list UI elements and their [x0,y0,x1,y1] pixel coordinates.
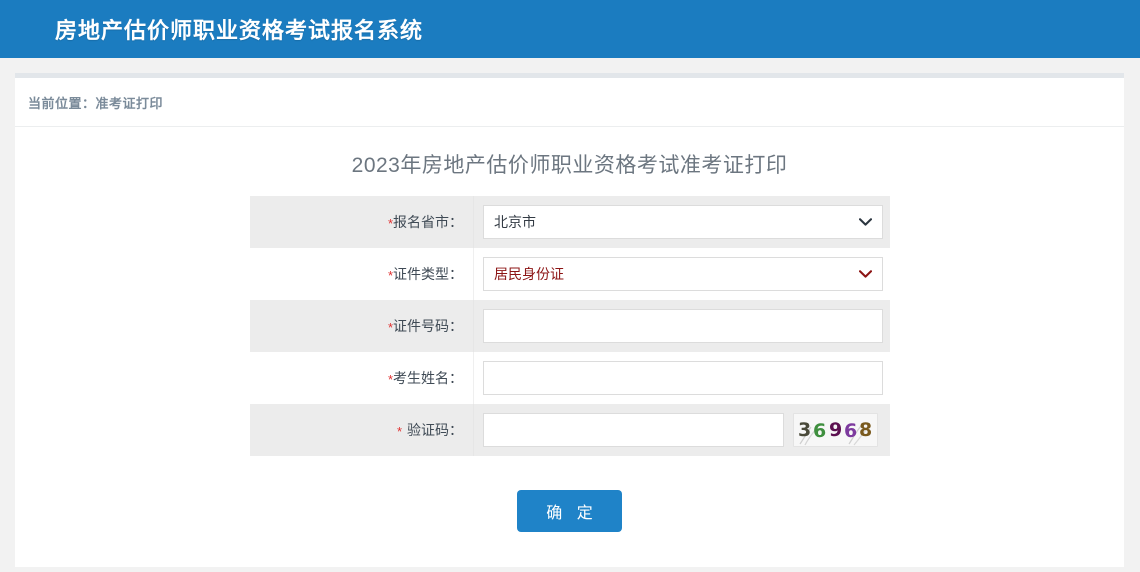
id-type-select[interactable]: 居民身份证 [483,257,883,291]
registration-form-table: *报名省市： 北京市 [250,196,890,456]
field-cell-candidate-name [474,352,890,404]
form-row-province: *报名省市： 北京市 [250,196,890,248]
page-title: 2023年房地产估价师职业资格考试准考证打印 [15,127,1124,179]
label-text-id-type: 证件类型： [393,266,463,282]
captcha-image[interactable]: 3 6 9 6 8 [793,413,878,447]
submit-button[interactable]: 确 定 [517,490,621,532]
breadcrumb: 当前位置：准考证打印 [28,93,163,112]
site-header: 房地产估价师职业资格考试报名系统 [0,0,1140,58]
id-number-input[interactable] [483,309,883,343]
field-cell-id-number [474,300,890,352]
captcha-input[interactable] [483,413,784,447]
province-select-wrap: 北京市 [483,205,883,239]
required-asterisk: * [397,424,402,439]
label-cell-id-number: *证件号码： [250,300,474,352]
svg-text:6: 6 [844,420,857,442]
label-cell-candidate-name: *考生姓名： [250,352,474,404]
breadcrumb-bar: 当前位置：准考证打印 [15,78,1124,127]
label-text-candidate-name: 考生姓名： [393,370,463,386]
svg-text:8: 8 [859,419,872,441]
page-body: 当前位置：准考证打印 2023年房地产估价师职业资格考试准考证打印 *报名省市：… [0,58,1140,572]
site-title: 房地产估价师职业资格考试报名系统 [55,13,423,45]
submit-button-row: 确 定 [15,456,1124,532]
field-cell-id-type: 居民身份证 [474,248,890,300]
candidate-name-input[interactable] [483,361,883,395]
field-cell-province: 北京市 [474,196,890,248]
province-select[interactable]: 北京市 [483,205,883,239]
label-cell-captcha: * 验证码： [250,404,474,456]
label-cell-id-type: *证件类型： [250,248,474,300]
form-row-candidate-name: *考生姓名： [250,352,890,404]
label-text-captcha: 验证码： [407,422,463,438]
label-text-province: 报名省市： [393,214,463,230]
label-cell-province: *报名省市： [250,196,474,248]
svg-text:9: 9 [829,419,842,441]
svg-text:3: 3 [798,419,811,441]
id-type-select-wrap: 居民身份证 [483,257,883,291]
label-text-id-number: 证件号码： [393,318,463,334]
form-row-id-type: *证件类型： 居民身份证 [250,248,890,300]
svg-text:6: 6 [813,420,826,442]
form-row-id-number: *证件号码： [250,300,890,352]
content-panel: 当前位置：准考证打印 2023年房地产估价师职业资格考试准考证打印 *报名省市：… [15,73,1124,567]
field-cell-captcha: 3 6 9 6 8 [474,404,890,456]
form-row-captcha: * 验证码： [250,404,890,456]
